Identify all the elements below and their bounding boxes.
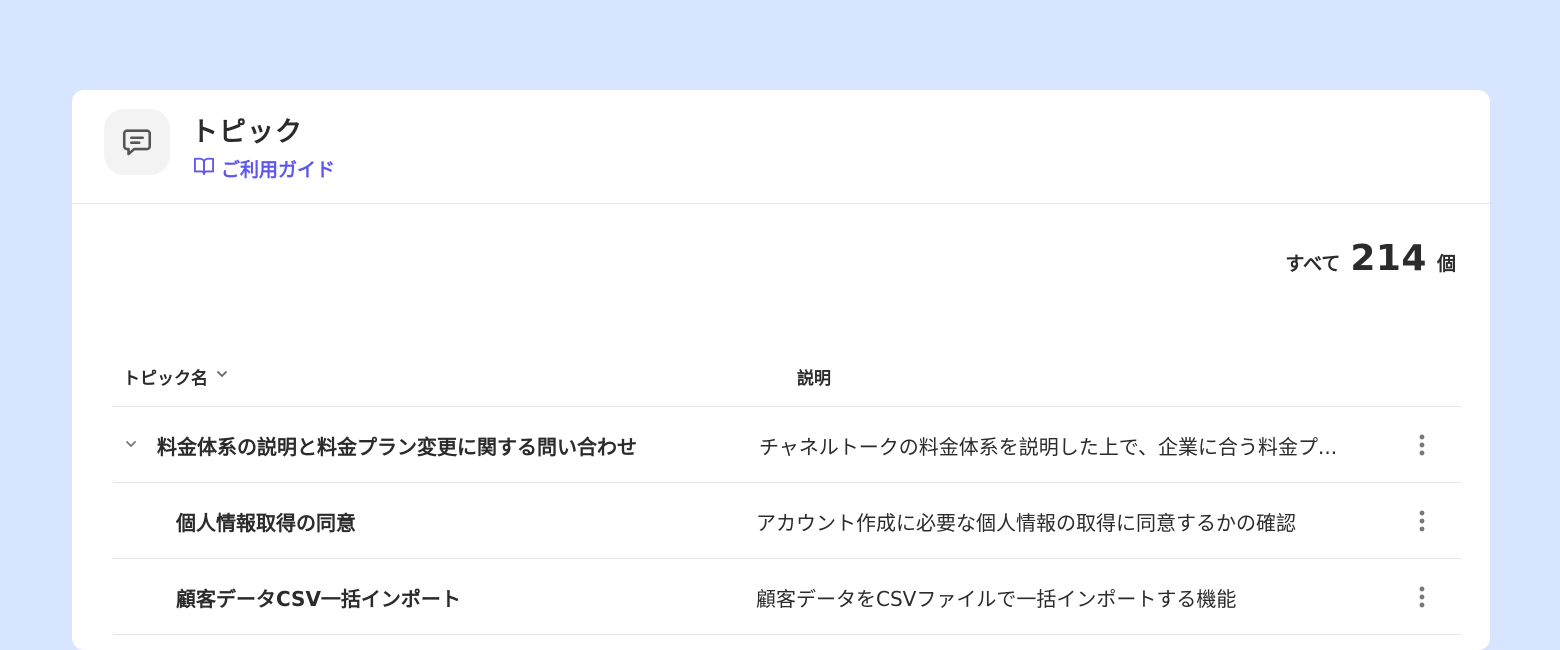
topic-description: アカウント作成に必要な個人情報の取得に同意するかの確認 — [756, 511, 1296, 535]
topic-name: 顧客データCSV一括インポート — [176, 587, 461, 611]
topic-name: 個人情報取得の同意 — [176, 511, 356, 535]
column-header-topic-name[interactable]: トピック名 — [123, 364, 230, 389]
message-square-icon — [104, 109, 170, 175]
user-guide-label: ご利用ガイド — [221, 159, 336, 181]
topic-description: チャネルトークの料金体系を説明した上で、企業に合う料金プ... — [759, 435, 1338, 459]
total-number: 214 — [1350, 238, 1427, 279]
total-label: すべて — [1285, 253, 1341, 275]
column-header-description: 説明 — [797, 369, 831, 389]
panel-header: トピック ご利用ガイド — [72, 90, 1490, 204]
total-unit: 個 — [1436, 253, 1456, 275]
chevron-down-icon[interactable] — [123, 436, 139, 452]
page-title: トピック — [191, 117, 303, 148]
column-header-topic-name-label: トピック名 — [123, 369, 208, 389]
table-row[interactable]: 個人情報取得の同意 アカウント作成に必要な個人情報の取得に同意するかの確認 — [113, 483, 1461, 559]
table-row[interactable]: 顧客データCSV一括インポート 顧客データをCSVファイルで一括インポートする機… — [113, 559, 1461, 635]
table-row[interactable]: 料金体系の説明と料金プラン変更に関する問い合わせ チャネルトークの料金体系を説明… — [113, 407, 1461, 483]
topics-table: トピック名 説明 料金体系の説明と料金プラン変更に関する問い合わせ チャネルトー… — [113, 344, 1461, 635]
more-options-icon[interactable] — [1412, 431, 1432, 459]
more-options-icon[interactable] — [1412, 507, 1432, 535]
topics-panel: トピック ご利用ガイド すべて 214 個 トピック名 説明 料金体系の説明と料… — [72, 90, 1490, 650]
chevron-down-icon — [214, 366, 230, 387]
total-count: すべて 214 個 — [1285, 238, 1456, 279]
topic-name: 料金体系の説明と料金プラン変更に関する問い合わせ — [157, 435, 637, 459]
topic-description: 顧客データをCSVファイルで一括インポートする機能 — [756, 587, 1237, 611]
book-open-icon — [193, 156, 215, 181]
user-guide-link[interactable]: ご利用ガイド — [193, 155, 335, 182]
more-options-icon[interactable] — [1412, 583, 1432, 611]
table-header: トピック名 説明 — [113, 344, 1461, 407]
